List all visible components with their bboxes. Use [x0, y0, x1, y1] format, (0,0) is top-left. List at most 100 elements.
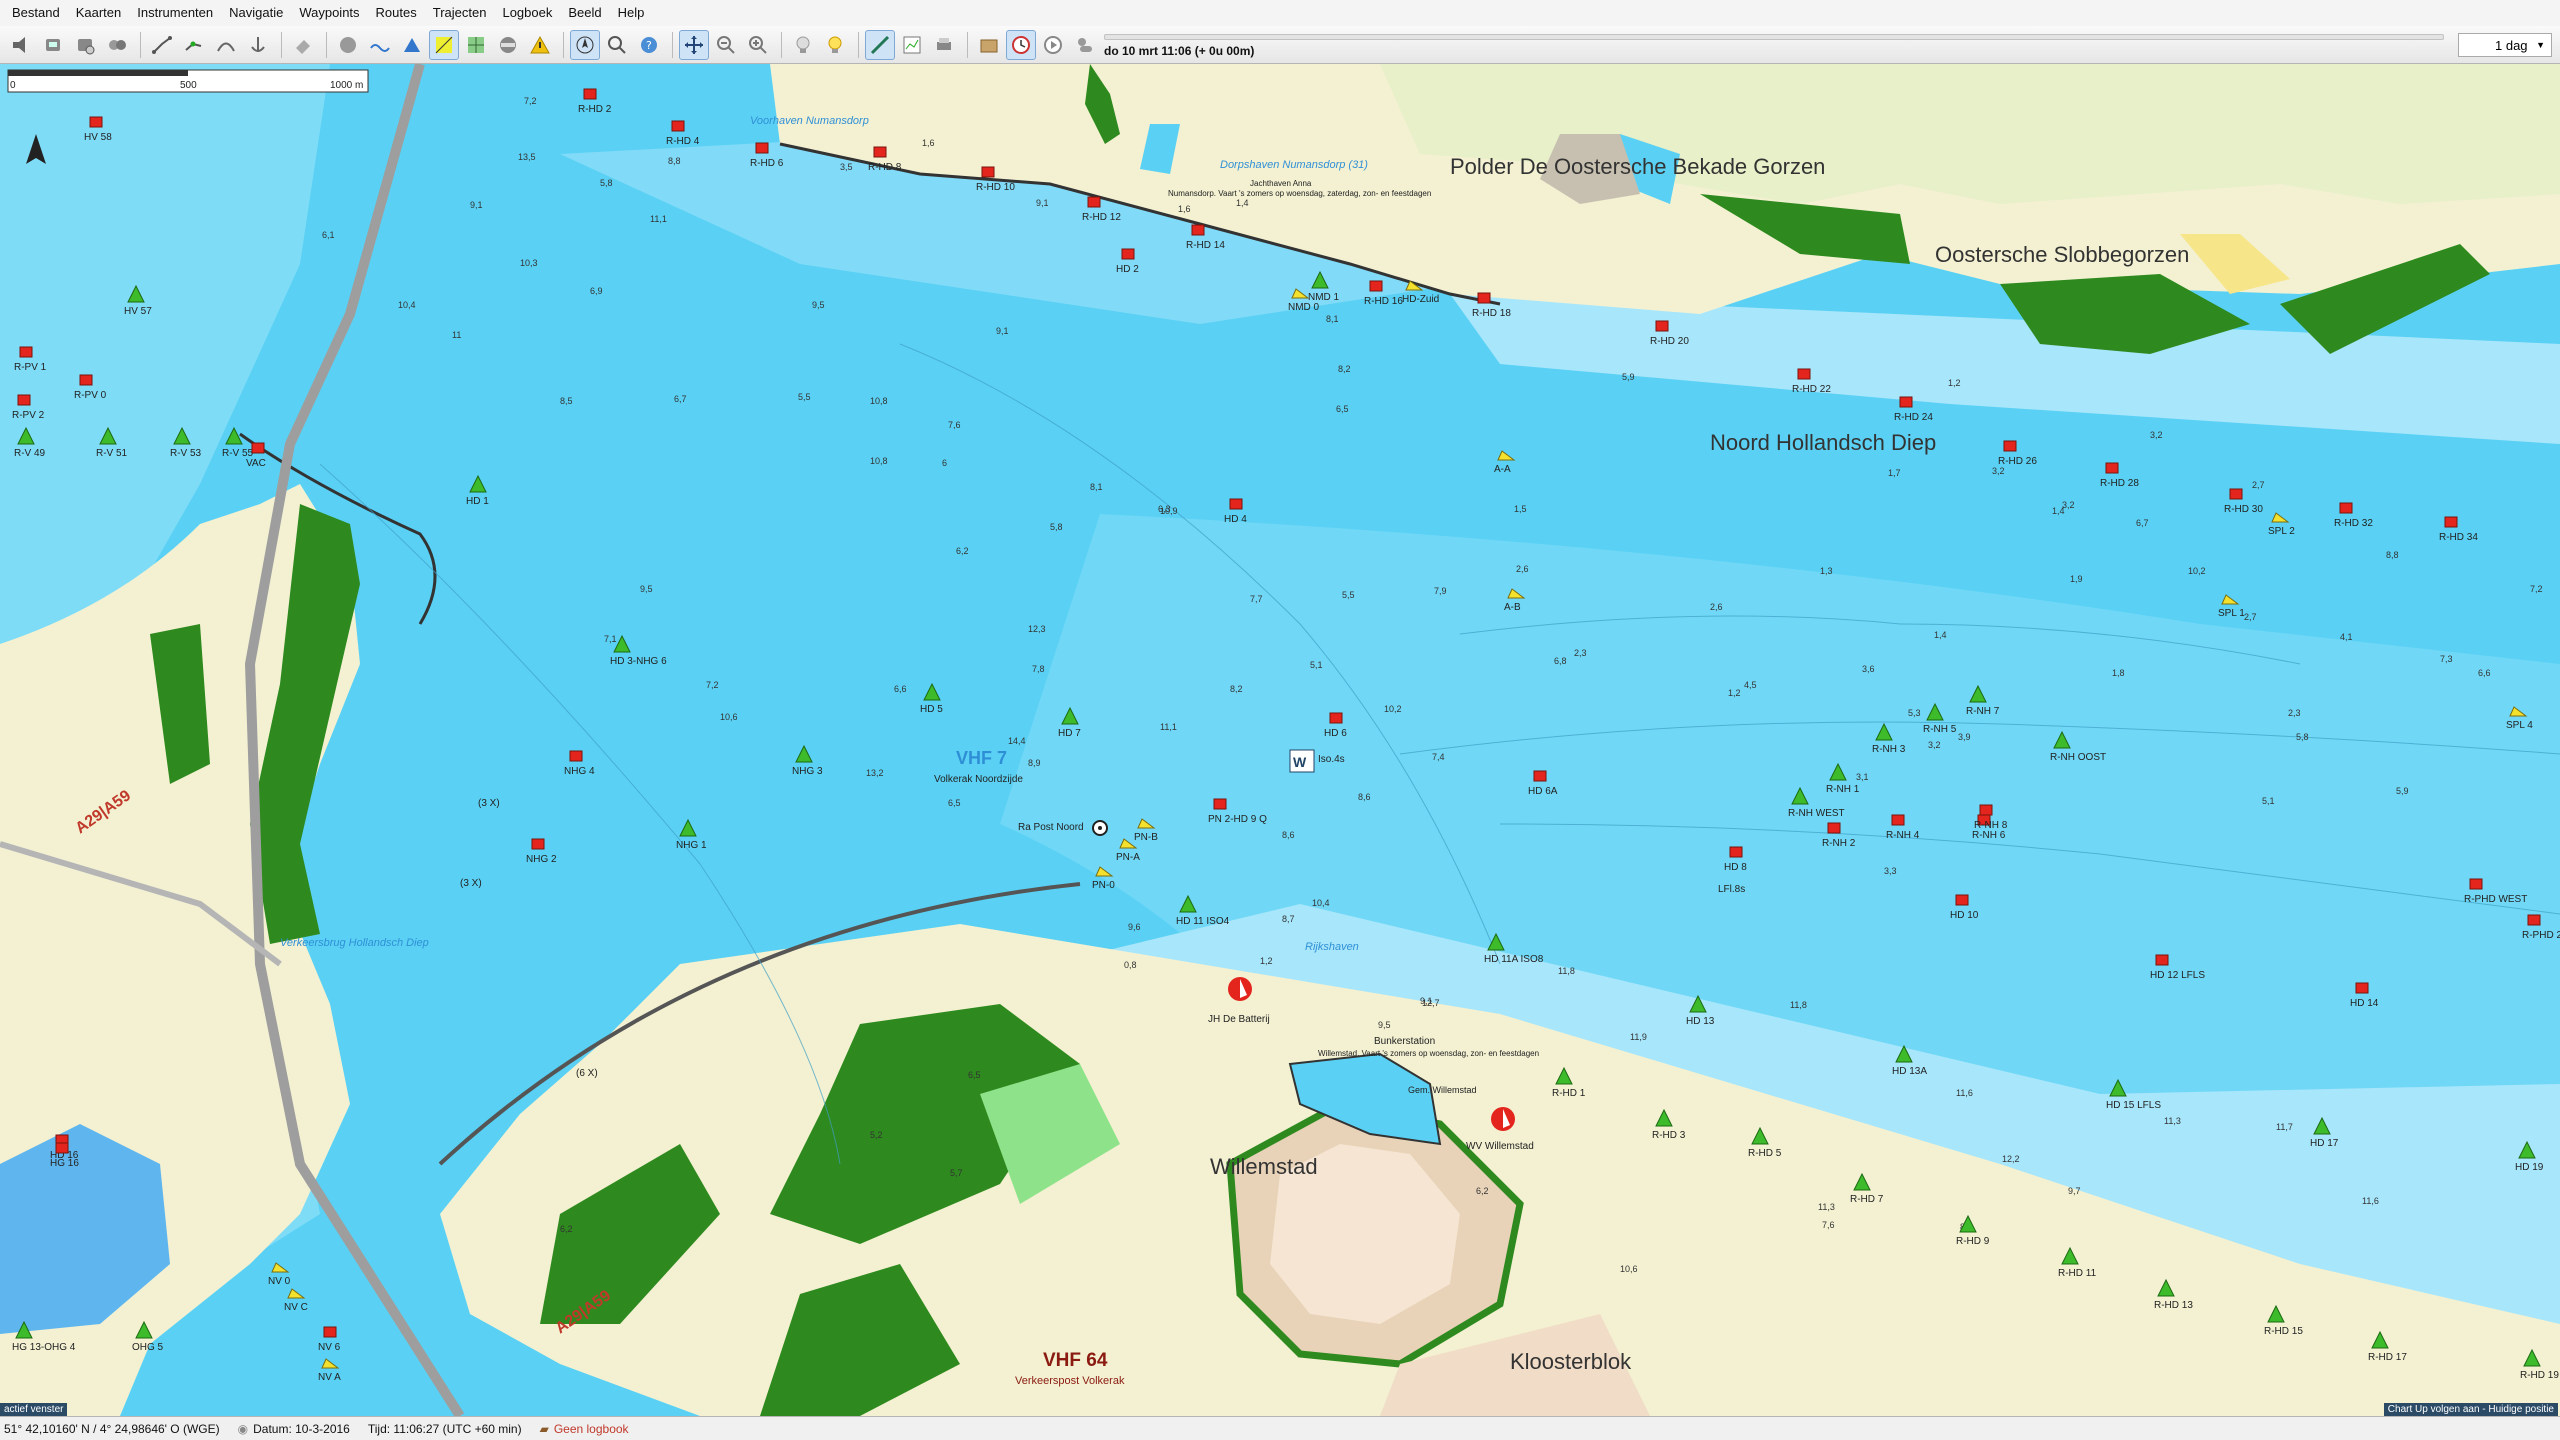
buoy-can-icon — [1213, 798, 1227, 810]
time-range-select[interactable]: 1 dag ▼ — [2458, 33, 2552, 57]
toolbar-separator — [326, 31, 327, 58]
menu-kaarten[interactable]: Kaarten — [68, 0, 130, 26]
buoy-can-icon — [1087, 196, 1101, 208]
depth-sounding: 9,1 — [1036, 198, 1049, 208]
depth-sounding: 1,6 — [1178, 204, 1191, 214]
harbour-label-verkeersbrug: Verkeersbrug Hollandsch Diep — [280, 937, 429, 949]
depth-sounding: 6,2 — [560, 1224, 573, 1234]
depth-sounding: 9,5 — [812, 300, 825, 310]
warning-icon[interactable] — [525, 30, 555, 60]
menu-bestand[interactable]: Bestand — [4, 0, 68, 26]
menu-instrumenten[interactable]: Instrumenten — [129, 0, 221, 26]
depth-sounding: 3,2 — [1928, 740, 1941, 750]
buoy-label: NHG 4 — [564, 766, 595, 777]
coords-segment: 51° 42,10160' N / 4° 24,98646' O (WGE) — [0, 1422, 234, 1436]
menu-logboek[interactable]: Logboek — [494, 0, 560, 26]
menu-help[interactable]: Help — [610, 0, 653, 26]
track-icon[interactable] — [211, 30, 241, 60]
menu-bar: Bestand Kaarten Instrumenten Navigatie W… — [0, 0, 2560, 26]
depth-sounding: 11,7 — [2276, 1122, 2293, 1132]
buoy-label: SPL 1 — [2218, 608, 2245, 619]
buoy-label: R-HD 13 — [2154, 1300, 2193, 1311]
box-icon[interactable] — [974, 30, 1004, 60]
depth-sounding: 12,2 — [2002, 1154, 2020, 1164]
depth-sounding: 3,2 — [2150, 430, 2163, 440]
move-icon[interactable] — [679, 29, 709, 60]
clock-play-icon[interactable] — [1038, 30, 1068, 60]
layer-icon[interactable] — [429, 29, 459, 60]
buoy-can-icon — [1477, 292, 1491, 304]
feature-wv-willemstad: WV Willemstad — [1466, 1141, 1534, 1152]
menu-beeld[interactable]: Beeld — [560, 0, 609, 26]
help-icon[interactable]: ? — [634, 30, 664, 60]
lightbulb-off-icon[interactable] — [788, 30, 818, 60]
depth-sounding: 7,6 — [1822, 1220, 1835, 1230]
depth-sounding: 5,5 — [1342, 590, 1355, 600]
grid-icon[interactable] — [461, 30, 491, 60]
menu-waypoints[interactable]: Waypoints — [291, 0, 367, 26]
current-icon[interactable] — [397, 30, 427, 60]
search-icon[interactable] — [602, 30, 632, 60]
gps-icon[interactable] — [38, 30, 68, 60]
route-edit-icon[interactable] — [179, 30, 209, 60]
chart-export-icon[interactable] — [897, 30, 927, 60]
depth-sounding: 5,2 — [870, 1130, 883, 1140]
buoy-can-icon — [873, 146, 887, 158]
depth-sounding: 10,2 — [1384, 704, 1402, 714]
buoy-label: R-NH 3 — [1872, 744, 1906, 755]
chart-up-indicator: Chart Up volgen aan - Huidige positie — [2383, 1403, 2558, 1416]
instruments-icon[interactable] — [102, 30, 132, 60]
lightbulb-on-icon[interactable] — [820, 30, 850, 60]
ais-icon[interactable] — [493, 30, 523, 60]
toolbar-separator — [672, 31, 673, 58]
buoy-label: SPL 4 — [2506, 720, 2533, 731]
depth-sounding: 6 — [942, 458, 947, 468]
speaker-icon[interactable] — [6, 30, 36, 60]
menu-trajecten[interactable]: Trajecten — [425, 0, 495, 26]
depth-sounding: 11,1 — [1160, 722, 1177, 732]
buoy-label: R-HD 6 — [750, 158, 784, 169]
depth-sounding: 6,6 — [894, 684, 907, 694]
scale-tick-1000: 1000 m — [330, 80, 363, 91]
depth-sounding: 5,8 — [2296, 732, 2309, 742]
chart-view[interactable]: 0 500 1000 m Polder De Oostersche Bekade… — [0, 64, 2560, 1416]
buoy-label: R-HD 3 — [1652, 1130, 1686, 1141]
buoy-label: PN-A — [1116, 852, 1140, 863]
globe-icon[interactable] — [333, 30, 363, 60]
buoy-can-icon — [569, 750, 583, 762]
scale-tick-0: 0 — [10, 80, 16, 91]
tide-icon[interactable] — [365, 30, 395, 60]
depth-sounding: 1,4 — [2052, 506, 2065, 516]
buoy-label: HD 6A — [1528, 786, 1558, 797]
zoom-out-icon[interactable] — [711, 30, 741, 60]
depth-sounding: 11,8 — [1558, 966, 1575, 976]
buoy-label: HD 13A — [1892, 1066, 1927, 1077]
depth-sounding: 6,2 — [1476, 1186, 1489, 1196]
gps-settings-icon[interactable] — [70, 30, 100, 60]
print-icon[interactable] — [929, 30, 959, 60]
measure-icon[interactable] — [865, 29, 895, 60]
zoom-in-icon[interactable] — [743, 30, 773, 60]
route-icon[interactable] — [147, 30, 177, 60]
time-slider[interactable] — [1104, 34, 2444, 40]
depth-sounding: 6,6 — [2478, 668, 2491, 678]
logbook-segment[interactable]: ▰ Geen logbook — [536, 1422, 643, 1436]
logbook-link[interactable]: Geen logbook — [554, 1422, 629, 1436]
buoy-label: R-PV 2 — [12, 410, 45, 421]
menu-navigatie[interactable]: Navigatie — [221, 0, 291, 26]
buoy-can-icon — [1827, 822, 1841, 834]
toolbar: ? — [0, 26, 2560, 64]
menu-routes[interactable]: Routes — [368, 0, 425, 26]
buoy-label: HV 58 — [84, 132, 112, 143]
buoy-label: R-NH 6 — [1972, 830, 2006, 841]
buoy-label: HV 57 — [124, 306, 152, 317]
buoy-can-icon — [2527, 914, 2541, 926]
anchor-icon[interactable] — [243, 30, 273, 60]
buoy-label: R-HD 5 — [1748, 1148, 1782, 1159]
chart-up-icon[interactable] — [570, 29, 600, 60]
weather-icon[interactable] — [1070, 30, 1100, 60]
svg-text:W: W — [1293, 754, 1307, 770]
coords-value: 51° 42,10160' N / 4° 24,98646' O (WGE) — [4, 1421, 220, 1436]
eraser-icon[interactable] — [288, 30, 318, 60]
clock-icon[interactable] — [1006, 29, 1036, 60]
